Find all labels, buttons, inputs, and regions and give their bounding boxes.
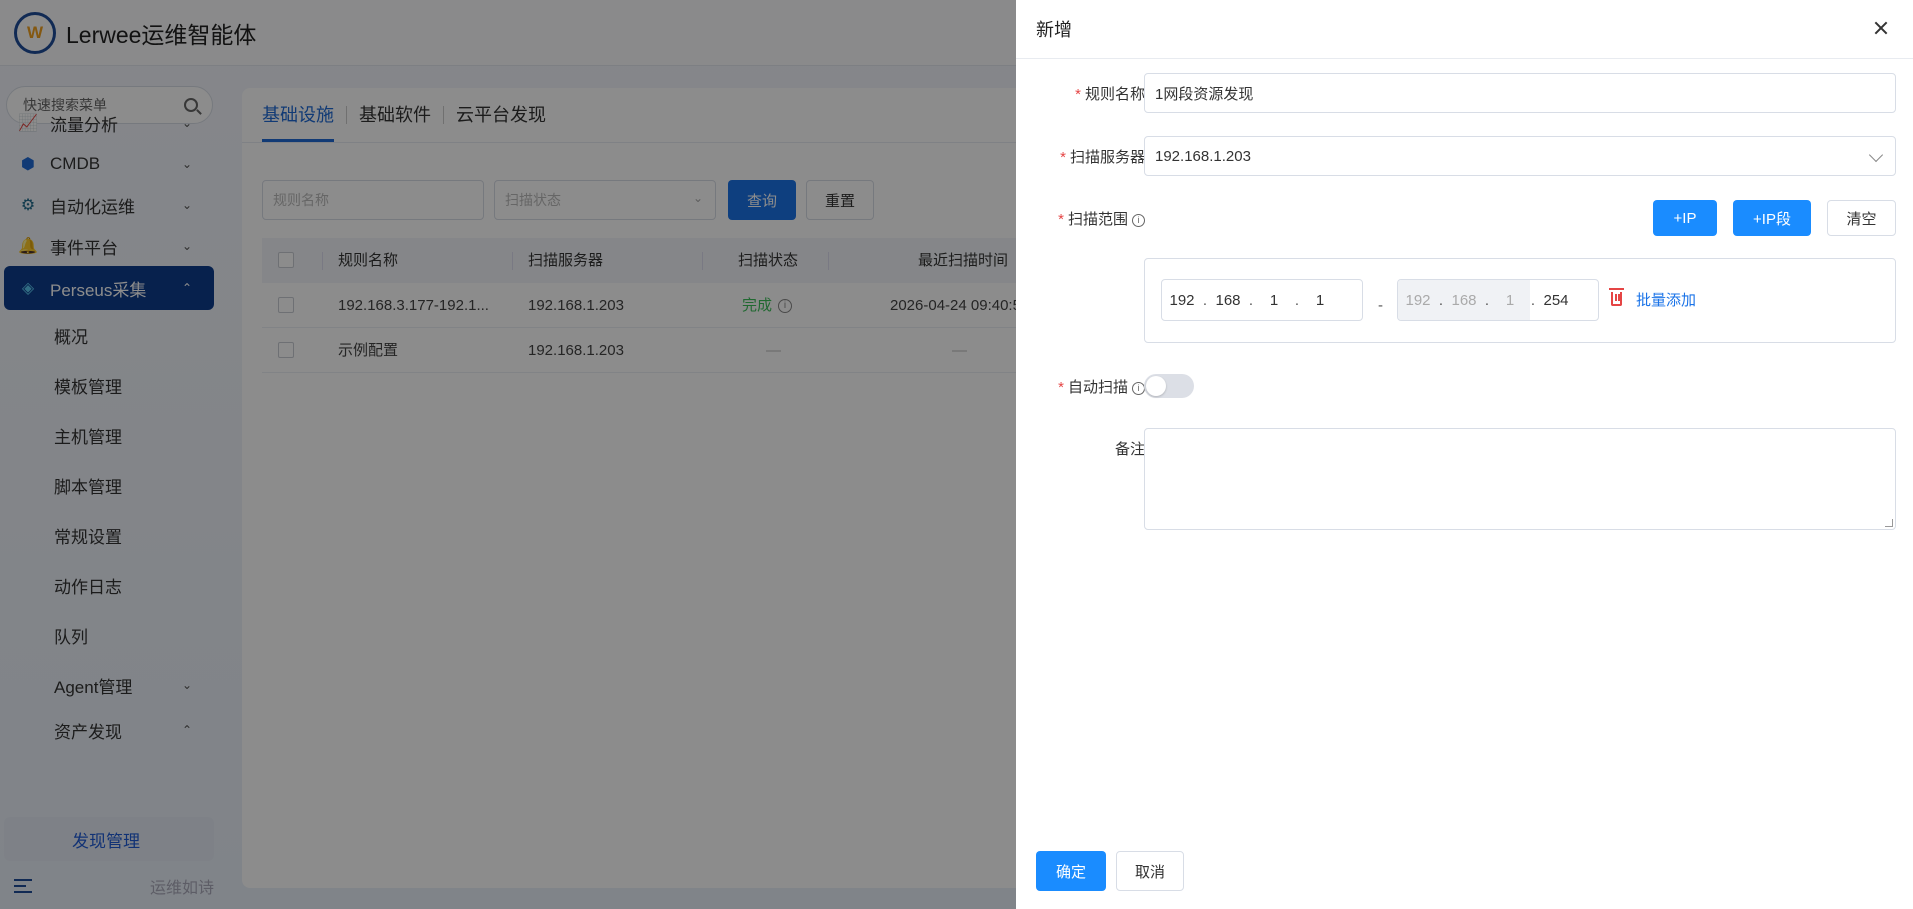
auto-scan-toggle[interactable] (1144, 374, 1194, 398)
clear-button[interactable]: 清空 (1827, 200, 1896, 236)
drawer-title: 新增 (1036, 20, 1072, 40)
drawer-header: 新增 (1016, 0, 1913, 59)
chevron-down-icon (1868, 147, 1884, 163)
modal-overlay[interactable] (0, 0, 1016, 909)
ip-start-octet-4[interactable]: 1 (1300, 280, 1340, 320)
required-asterisk: * (1058, 211, 1064, 228)
ip-end-octet-4[interactable]: 254 (1536, 280, 1576, 320)
batch-add-link[interactable]: 批量添加 (1636, 289, 1696, 310)
delete-icon[interactable] (1609, 288, 1624, 306)
scan-server-select[interactable]: 192.168.1.203 (1144, 136, 1896, 176)
ip-start-octet-3[interactable]: 1 (1254, 280, 1294, 320)
ip-range-container: 192 . 168 . 1 . 1 - 192 . 168 . 1 . 254 … (1144, 258, 1896, 343)
ip-start-octet-1[interactable]: 192 (1162, 280, 1202, 320)
cancel-button[interactable]: 取消 (1116, 851, 1184, 891)
close-icon[interactable] (1873, 20, 1889, 36)
ip-range-dash: - (1378, 297, 1383, 314)
add-ip-range-button[interactable]: +IP段 (1733, 200, 1811, 236)
ip-start-octet-2[interactable]: 168 (1208, 280, 1248, 320)
info-icon[interactable]: i (1132, 213, 1145, 227)
resize-handle[interactable] (1885, 519, 1893, 527)
scan-server-label: * 扫描服务器 (1060, 149, 1145, 166)
required-asterisk: * (1075, 86, 1081, 103)
remark-label: 备注 (1114, 441, 1145, 458)
info-icon[interactable]: i (1132, 381, 1145, 395)
ip-end-octet-1: 192 (1398, 280, 1438, 320)
remark-textarea[interactable] (1144, 428, 1896, 530)
ip-end-input[interactable]: 192 . 168 . 1 . 254 (1397, 279, 1599, 321)
ip-end-octet-2: 168 (1444, 280, 1484, 320)
rule-name-label: * 规则名称 (1075, 86, 1145, 103)
add-rule-drawer: 新增 * 规则名称 1网段资源发现 * 扫描服务器 192.168.1.203 * 扫… (1016, 0, 1913, 909)
required-asterisk: * (1060, 149, 1066, 166)
ip-start-input[interactable]: 192 . 168 . 1 . 1 (1161, 279, 1363, 321)
add-ip-button[interactable]: +IP (1653, 200, 1717, 236)
ip-end-octet-3: 1 (1490, 280, 1530, 320)
toggle-knob (1146, 376, 1166, 396)
confirm-button[interactable]: 确定 (1036, 851, 1106, 891)
rule-name-field[interactable]: 1网段资源发现 (1144, 73, 1896, 113)
required-asterisk: * (1058, 379, 1064, 396)
auto-scan-label: * 自动扫描 i (1058, 376, 1145, 397)
scan-range-label: * 扫描范围 i (1058, 208, 1145, 229)
